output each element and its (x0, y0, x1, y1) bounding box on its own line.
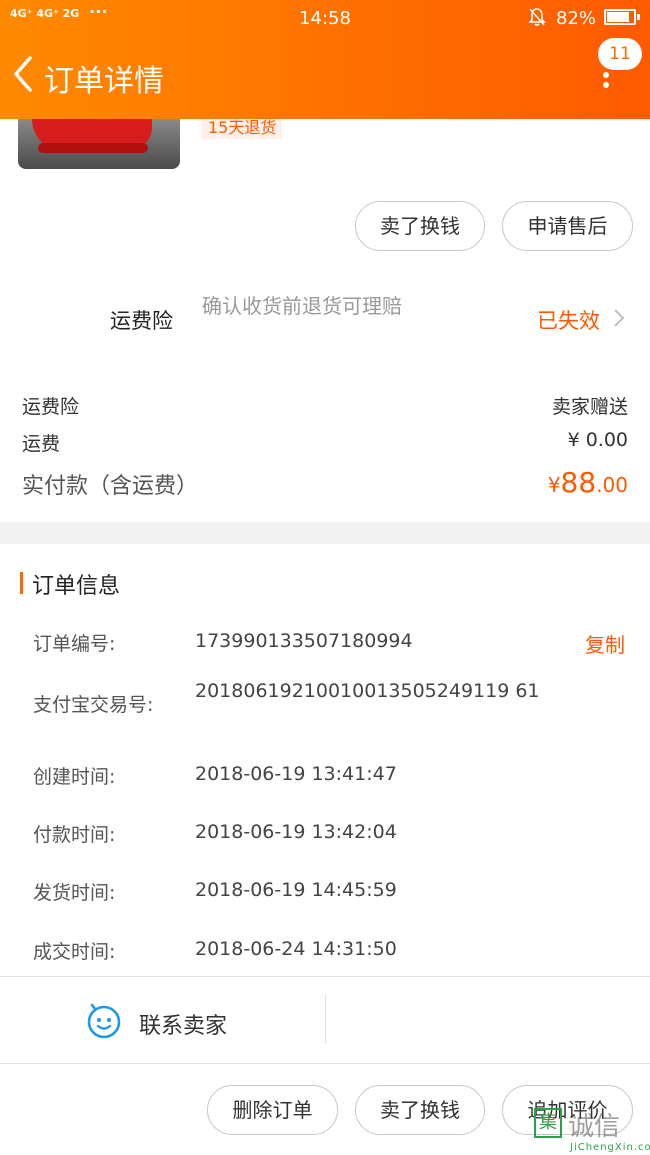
summary-shipping-label: 运费 (22, 433, 61, 455)
insurance-status: 已失效 (537, 309, 600, 333)
paid-time-label: 付款时间: (33, 824, 116, 846)
summary-shipping-row: 运费 ¥ 0.00 (22, 429, 628, 456)
nav-bar: 订单详情 11 (0, 36, 650, 119)
alipay-trade-value: 20180619210010013505249119 61 (195, 680, 540, 702)
deal-time-value: 2018-06-24 14:31:50 (195, 938, 397, 960)
clock: 14:58 (299, 8, 351, 29)
site-watermark: 集 诚信 JiChengXin.com (530, 1104, 650, 1155)
copy-order-number-button[interactable]: 复制 (585, 629, 625, 658)
paid-time-value: 2018-06-19 13:42:04 (195, 821, 397, 843)
section-accent-bar (20, 572, 23, 594)
total-currency: ¥ (547, 473, 561, 497)
shipped-time-label: 发货时间: (33, 882, 116, 904)
created-time-label: 创建时间: (33, 766, 116, 788)
insurance-label: 运费险 (110, 309, 173, 333)
status-bar: 4G⁺ 4G⁺ 2G ··· 14:58 82% (0, 0, 650, 36)
total-paid-value: ¥88.00 (548, 466, 628, 499)
battery-icon (604, 9, 640, 25)
watermark-brand: 诚信 (568, 1112, 621, 1142)
summary-shipping-value: ¥ 0.00 (567, 429, 628, 451)
product-thumbnail[interactable] (18, 119, 180, 169)
deal-time-label: 成交时间: (33, 941, 116, 963)
delete-order-button[interactable]: 删除订单 (207, 1085, 338, 1135)
sell-for-cash-button[interactable]: 卖了换钱 (355, 1085, 485, 1135)
summary-insurance-row: 运费险 卖家赠送 (22, 392, 628, 419)
return-policy-tag: 15天退货 (202, 119, 283, 139)
alipay-trade-label: 支付宝交易号: (33, 694, 154, 716)
total-decimal: .00 (596, 473, 628, 497)
shipped-time-value: 2018-06-19 14:45:59 (195, 879, 397, 901)
back-arrow-icon[interactable] (8, 50, 40, 98)
battery-percent: 82% (556, 8, 597, 29)
after-sale-button[interactable]: 申请售后 (502, 201, 633, 251)
divider-line (0, 1063, 650, 1064)
message-count-badge[interactable]: 11 (598, 38, 642, 70)
sell-for-cash-button[interactable]: 卖了换钱 (355, 201, 485, 251)
watermark-url: JiChengXin.com (570, 1142, 650, 1153)
total-integer: 88 (560, 466, 597, 499)
contact-seller-label: 联系卖家 (139, 1014, 228, 1039)
chat-smile-icon (86, 1003, 122, 1039)
mute-bell-icon (528, 7, 546, 32)
order-info-title: 订单信息 (32, 574, 121, 599)
vertical-divider (325, 994, 326, 1044)
summary-insurance-label: 运费险 (22, 396, 80, 418)
section-divider (0, 522, 650, 544)
watermark-logo: 集 (534, 1108, 562, 1138)
page-title: 订单详情 (44, 64, 164, 99)
summary-insurance-value: 卖家赠送 (551, 396, 628, 418)
created-time-value: 2018-06-19 13:41:47 (195, 763, 397, 785)
order-number-label: 订单编号: (33, 633, 116, 655)
total-paid-label: 实付款（含运费） (22, 474, 199, 499)
chevron-right-icon (612, 307, 626, 329)
divider-line (0, 976, 650, 977)
insurance-description: 确认收货前退货可理赔 (202, 294, 402, 318)
order-number-value: 173990133507180994 (195, 630, 413, 652)
more-menu-icon[interactable] (600, 70, 612, 94)
